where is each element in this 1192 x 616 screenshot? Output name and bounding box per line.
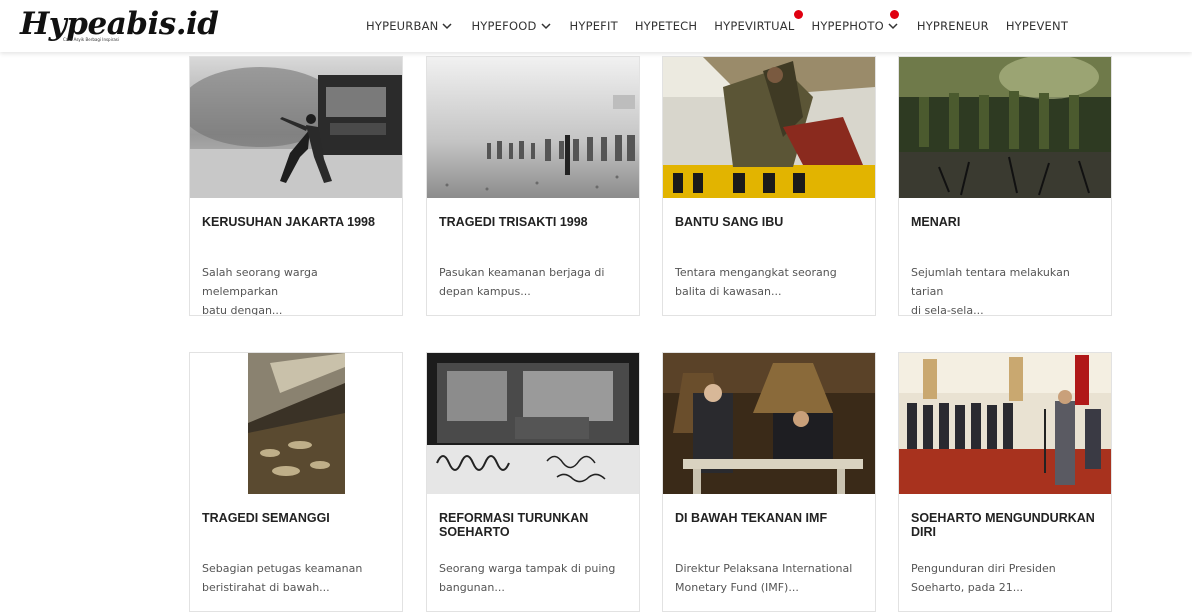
card-image-imf[interactable] [663,353,875,494]
card-excerpt: Direktur Pelaksana International Monetar… [675,559,867,597]
nav-label: HYPEVENT [1005,19,1069,33]
nav-label: HYPEURBAN [366,19,439,33]
nav-label: HYPEFIT [569,19,618,33]
excerpt-line: Salah seorang warga melemparkan [202,266,318,298]
photo-card[interactable]: BANTU SANG IBU Tentara mengangkat seoran… [662,56,876,316]
card-image-menari[interactable] [899,57,1111,198]
notification-dot [889,10,899,19]
photo-card[interactable]: SOEHARTO MENGUNDURKAN DIRI Pengunduran d… [898,352,1112,612]
excerpt-line: Direktur Pelaksana International [675,562,853,575]
card-title[interactable]: KERUSUHAN JAKARTA 1998 [202,215,392,229]
excerpt-line: batu dengan... [202,304,283,316]
site-header: Hypeabis.id Cara Asyik Berbagi Inspirasi… [0,0,1192,52]
nav-item-hypefood[interactable]: HYPEFOOD [471,19,552,33]
nav-item-hypeurban[interactable]: HYPEURBAN [366,19,454,33]
nav-item-hypetech[interactable]: HYPETECH [635,19,697,33]
nav-item-hypevirtual[interactable]: HYPEVIRTUAL [714,10,804,33]
notification-dot [794,10,804,19]
card-image-riot[interactable] [190,57,402,198]
card-excerpt: Tentara mengangkat seorang balita di kaw… [675,263,867,301]
excerpt-line: Monetary Fund (IMF)... [675,581,799,594]
photo-card[interactable]: TRAGEDI TRISAKTI 1998 Pasukan keamanan b… [426,56,640,316]
chevron-down-icon [442,23,452,30]
chevron-down-icon [888,23,898,30]
card-excerpt: Sebagian petugas keamanan beristirahat d… [202,559,394,597]
excerpt-line: balita di kawasan... [675,285,782,298]
photo-card[interactable]: KERUSUHAN JAKARTA 1998 Salah seorang war… [189,56,403,316]
card-image-reformasi[interactable] [427,353,639,494]
card-image-bantu-ibu[interactable] [663,57,875,198]
card-excerpt: Pasukan keamanan berjaga di depan kampus… [439,263,631,301]
card-title[interactable]: TRAGEDI SEMANGGI [202,511,392,525]
card-excerpt: Seorang warga tampak di puing bangunan..… [439,559,631,597]
logo-tagline: Cara Asyik Berbagi Inspirasi [63,37,119,42]
photo-card[interactable]: DI BAWAH TEKANAN IMF Direktur Pelaksana … [662,352,876,612]
excerpt-line: Sebagian petugas keamanan [202,562,363,575]
card-excerpt: Salah seorang warga melemparkan batu den… [202,263,394,316]
nav-label: HYPEVIRTUAL [714,19,795,33]
card-title[interactable]: BANTU SANG IBU [675,215,865,229]
excerpt-line: Pasukan keamanan berjaga di [439,266,605,279]
nav-item-hypreneur[interactable]: HYPRENEUR [917,19,989,33]
nav-label: HYPETECH [634,19,698,33]
excerpt-line: bangunan... [439,581,505,594]
card-image-soeharto-resign[interactable] [899,353,1111,494]
excerpt-line: di sela-sela... [911,304,984,316]
card-title[interactable]: TRAGEDI TRISAKTI 1998 [439,215,629,229]
nav-item-hypephoto[interactable]: HYPEPHOTO [811,10,899,33]
photo-card[interactable]: TRAGEDI SEMANGGI Sebagian petugas keaman… [189,352,403,612]
chevron-down-icon [540,23,551,30]
card-image-trisakti[interactable] [427,57,639,198]
card-excerpt: Pengunduran diri Presiden Soeharto, pada… [911,559,1103,597]
site-logo[interactable]: Hypeabis.id Cara Asyik Berbagi Inspirasi [20,4,219,48]
card-title[interactable]: DI BAWAH TEKANAN IMF [675,511,865,525]
nav-item-hypefit[interactable]: HYPEFIT [570,19,618,33]
excerpt-line: beristirahat di bawah... [202,581,330,594]
card-title[interactable]: SOEHARTO MENGUNDURKAN DIRI [911,511,1101,539]
excerpt-line: Soeharto, pada 21... [911,581,1024,594]
excerpt-line: Tentara mengangkat seorang [675,266,837,279]
card-excerpt: Sejumlah tentara melakukan tarian di sel… [911,263,1103,316]
nav-label: HYPRENEUR [916,19,989,33]
excerpt-line: Pengunduran diri Presiden [911,562,1056,575]
excerpt-line: Seorang warga tampak di puing [439,562,616,575]
excerpt-line: depan kampus... [439,285,531,298]
card-image-semanggi[interactable] [190,353,402,494]
nav-label: HYPEFOOD [471,19,537,33]
photo-card[interactable]: MENARI Sejumlah tentara melakukan tarian… [898,56,1112,316]
nav-label: HYPEPHOTO [811,19,884,33]
main-nav: HYPEURBAN HYPEFOOD HYPEFIT HYPETECH HYPE… [366,0,1085,52]
card-title[interactable]: MENARI [911,215,1101,229]
nav-item-hypevent[interactable]: HYPEVENT [1006,19,1068,33]
excerpt-line: Sejumlah tentara melakukan tarian [911,266,1070,298]
card-title[interactable]: REFORMASI TURUNKAN SOEHARTO [439,511,629,539]
photo-card[interactable]: REFORMASI TURUNKAN SOEHARTO Seorang warg… [426,352,640,612]
logo-wordmark: Hypeabis.id [20,6,219,42]
